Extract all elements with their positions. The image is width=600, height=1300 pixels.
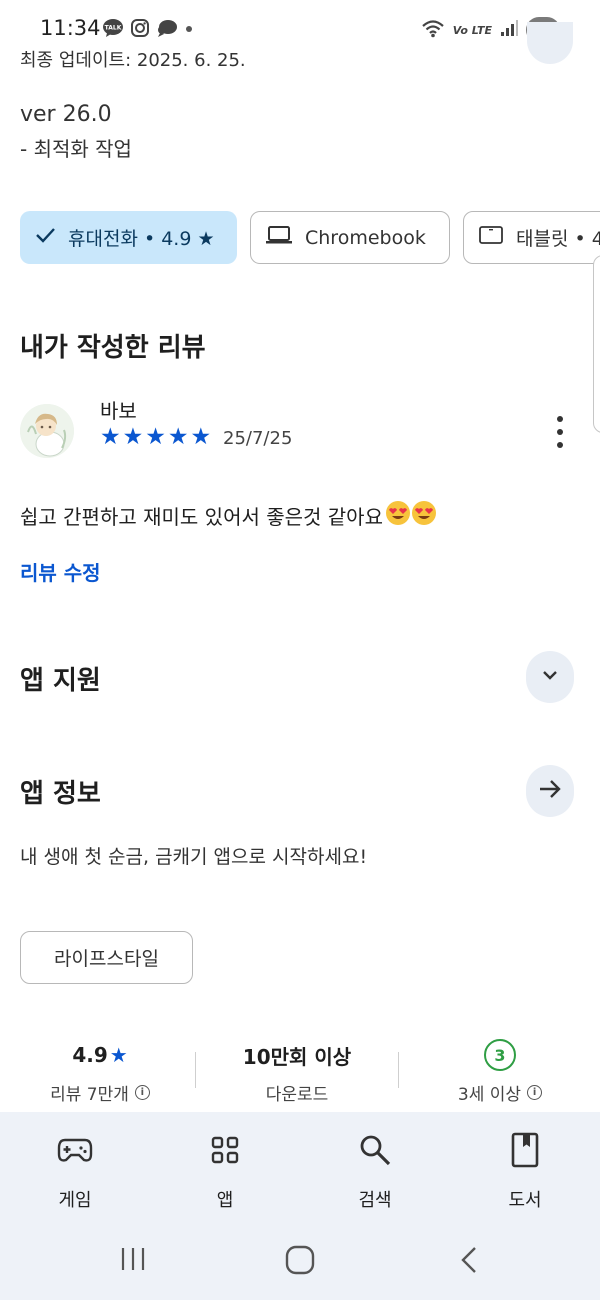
- rating-label: 리뷰 7만개: [50, 1085, 129, 1105]
- star-icon: ★: [109, 1043, 128, 1067]
- info-icon: i: [134, 1085, 150, 1100]
- signal-icon: [500, 18, 518, 42]
- review-more-options-button[interactable]: [546, 412, 574, 452]
- device-chip-label: 태블릿 • 4: [516, 228, 600, 250]
- age-rating-badge: 3: [484, 1039, 516, 1071]
- star-rating: ★ ★ ★ ★ ★: [100, 424, 211, 450]
- nav-item-search[interactable]: 검색: [325, 1130, 425, 1212]
- star-icon: ★: [145, 424, 166, 450]
- heart-eyes-emoji-icon: [411, 500, 437, 531]
- home-icon[interactable]: [284, 1244, 316, 1280]
- age-rating-stat[interactable]: 3 3세 이상 i: [400, 1039, 600, 1105]
- review-text: 쉽고 간편하고 재미도 있어서 좋은것 같아요: [20, 500, 437, 531]
- device-chip-label: Chromebook: [305, 226, 426, 249]
- age-rating-label: 3세 이상: [457, 1085, 522, 1105]
- volte-indicator: Vo LTE: [452, 23, 492, 37]
- category-chip[interactable]: 라이프스타일: [20, 931, 193, 984]
- avatar: [20, 404, 74, 458]
- nav-label: 앱: [216, 1190, 234, 1211]
- star-icon: ★: [167, 424, 189, 450]
- kakaotalk-icon: TALK: [102, 18, 124, 42]
- version-text: ver 26.0: [20, 102, 112, 127]
- search-icon: [325, 1130, 425, 1170]
- nav-item-games[interactable]: 게임: [25, 1130, 125, 1212]
- edit-review-link[interactable]: 리뷰 수정: [20, 557, 101, 586]
- rating-value: 4.9: [72, 1043, 108, 1067]
- instagram-icon: [130, 18, 150, 42]
- app-support-title[interactable]: 앱 지원: [20, 660, 101, 697]
- book-icon: [475, 1130, 575, 1170]
- gamepad-icon: [25, 1130, 125, 1170]
- downloads-value: 10만회 이상: [242, 1044, 352, 1069]
- apps-grid-icon: [175, 1130, 275, 1170]
- chat-bubble-icon: [156, 18, 178, 42]
- nav-label: 검색: [358, 1190, 392, 1211]
- check-icon: [34, 224, 56, 251]
- svg-text:TALK: TALK: [105, 25, 122, 32]
- device-chip-phone[interactable]: 휴대전화 • 4.9 ★: [20, 211, 237, 264]
- heart-eyes-emoji-icon: [385, 500, 411, 531]
- nav-item-books[interactable]: 도서: [475, 1130, 575, 1212]
- version-note-text: - 최적화 작업: [20, 137, 132, 161]
- review-date: 25/7/25: [223, 428, 293, 449]
- back-icon[interactable]: [456, 1244, 482, 1280]
- tablet-icon: [478, 224, 504, 251]
- star-icon: ★: [100, 424, 121, 450]
- downloads-stat: 10만회 이상 다운로드: [197, 1040, 397, 1106]
- chevron-down-icon: [540, 665, 560, 689]
- rating-stat[interactable]: 4.9 ★ 리뷰 7만개 i: [0, 1040, 200, 1105]
- star-icon: ★: [122, 424, 144, 450]
- app-description: 내 생애 첫 순금, 금캐기 앱으로 시작하세요!: [20, 846, 368, 868]
- reviewer-name: 바보: [100, 399, 137, 423]
- star-icon: ★: [190, 424, 212, 450]
- side-panel-handle[interactable]: [593, 255, 600, 433]
- device-chip-tablet[interactable]: 태블릿 • 4: [463, 211, 600, 264]
- nav-label: 게임: [58, 1190, 92, 1211]
- downloads-label: 다운로드: [265, 1085, 329, 1105]
- status-time: 11:34: [40, 16, 101, 40]
- device-chip-chromebook[interactable]: Chromebook: [250, 211, 450, 264]
- more-vert-icon: [557, 416, 563, 422]
- device-chip-label: 휴대전화 • 4.9 ★: [68, 228, 215, 250]
- app-info-arrow-button[interactable]: [526, 765, 574, 817]
- app-support-expand-button[interactable]: [526, 651, 574, 703]
- more-notifications-dot-icon: [184, 18, 194, 42]
- recent-apps-icon[interactable]: [118, 1244, 148, 1278]
- nav-label: 도서: [508, 1190, 542, 1211]
- stat-divider: [398, 1052, 399, 1088]
- stat-divider: [195, 1052, 196, 1088]
- laptop-icon: [265, 224, 293, 251]
- info-icon: i: [527, 1085, 543, 1100]
- my-review-title: 내가 작성한 리뷰: [20, 333, 206, 363]
- bottom-navigation: 게임 앱 검색 도서: [0, 1112, 600, 1230]
- arrow-right-icon: [538, 778, 562, 804]
- wifi-icon: [421, 18, 445, 42]
- app-info-title[interactable]: 앱 정보: [20, 773, 101, 810]
- review-body: 쉽고 간편하고 재미도 있어서 좋은것 같아요: [20, 505, 383, 529]
- system-navigation-bar: [0, 1230, 600, 1300]
- last-update-text: 최종 업데이트: 2025. 6. 25.: [20, 50, 246, 71]
- nav-item-apps[interactable]: 앱: [175, 1130, 275, 1212]
